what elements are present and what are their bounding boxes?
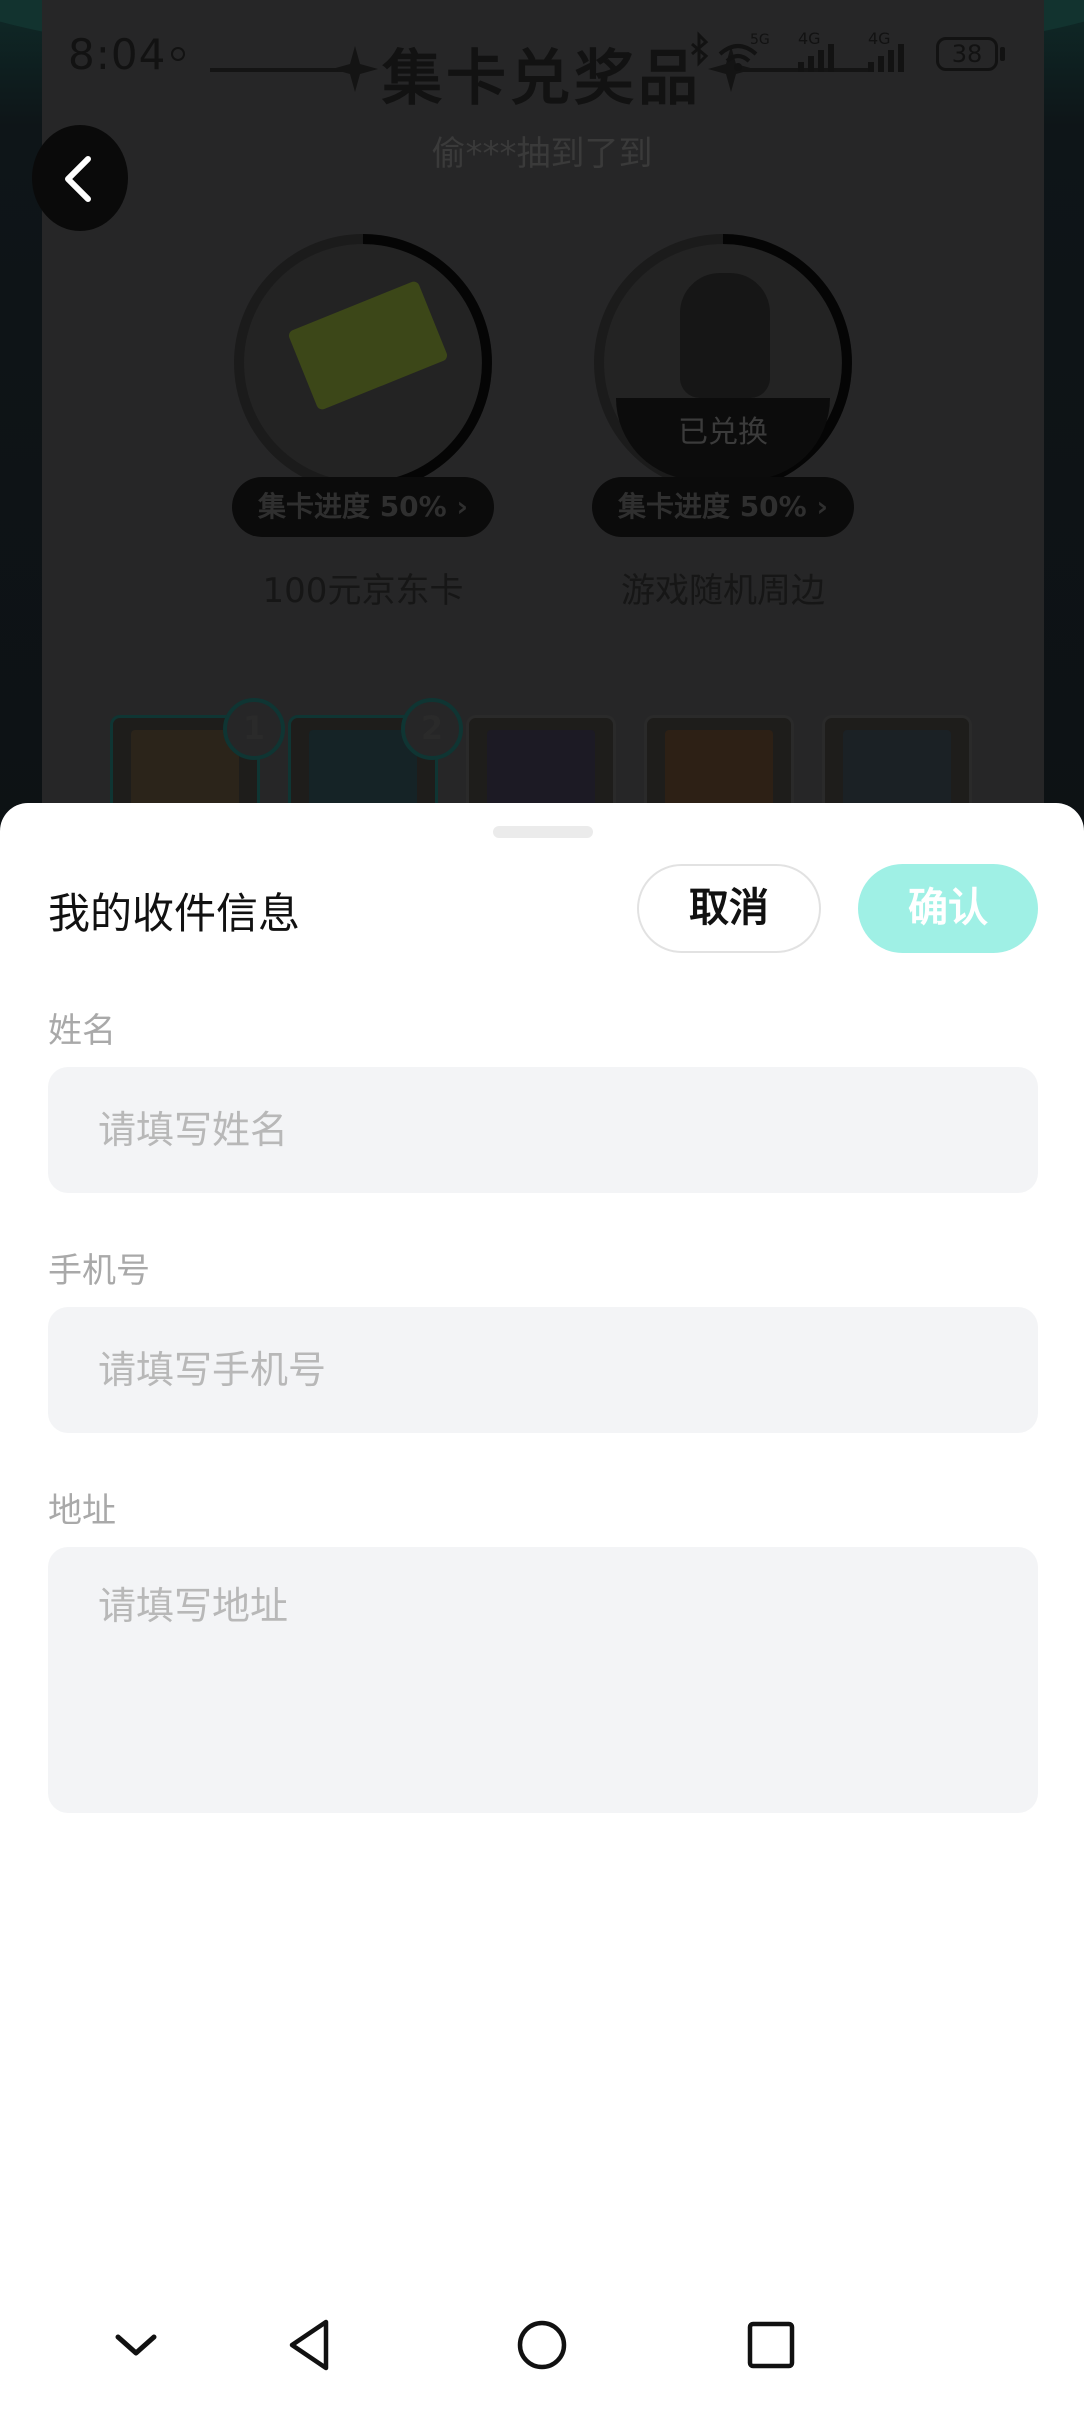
battery-icon: 38 [936,37,998,71]
battery-tip [1000,47,1005,61]
progress-label: 集卡进度 50% [257,490,447,523]
address-sheet: 我的收件信息 取消 确认 姓名 手机号 地址 [0,803,1084,2412]
svg-text:5G: 5G [750,32,770,48]
confirm-button[interactable]: 确认 [858,864,1038,953]
phone-label: 手机号 [48,1251,150,1291]
progress-pill[interactable]: 集卡进度 50% › [592,477,854,537]
name-label: 姓名 [48,1011,116,1051]
chevron-down-icon[interactable] [101,2310,171,2380]
page-subtitle: 偷***抽到了到 [431,134,653,174]
svg-text:4G: 4G [868,30,891,48]
chevron-right-icon: › [816,490,829,523]
cancel-button[interactable]: 取消 [637,864,821,953]
status-bar: 8:04 5G 4G 4G 38 [0,0,1084,110]
phone-input[interactable] [48,1307,1038,1433]
card-thumbnail-list: 1 2 [110,698,980,900]
svg-text:4G: 4G [798,30,821,48]
background-page: 集卡兑奖品 偷***抽到了到 集卡进度 50% › 100元京东卡 已兑换 集卡… [0,0,1084,900]
nav-recents-icon[interactable] [736,2310,806,2380]
prize-name: 100元京东卡 [262,571,464,611]
address-input[interactable] [48,1547,1038,1813]
wifi-icon [718,44,758,71]
nav-back-icon[interactable] [276,2310,346,2380]
prize-name: 游戏随机周边 [621,571,825,611]
chevron-left-icon [65,156,91,202]
sheet-grabber[interactable] [493,826,593,838]
system-nav-bar [0,2290,1084,2412]
cellular-signal-icon [868,44,904,72]
name-input[interactable] [48,1067,1038,1193]
chevron-right-icon: › [456,490,469,523]
prize-card[interactable]: 集卡进度 50% › 100元京东卡 [228,228,498,611]
notification-icon [171,47,185,61]
address-label: 地址 [48,1491,116,1531]
figurine-image [680,273,770,398]
progress-label: 集卡进度 50% [617,490,807,523]
back-button[interactable] [32,125,128,231]
sheet-title: 我的收件信息 [48,889,301,938]
cellular-signal-icon [798,44,834,72]
bluetooth-icon [691,31,709,67]
nav-home-icon[interactable] [507,2310,577,2380]
status-time: 8:04 [68,30,167,79]
progress-pill[interactable]: 集卡进度 50% › [232,477,494,537]
card-count-badge: 1 [223,698,285,760]
card-count-badge: 2 [401,698,463,760]
prize-card[interactable]: 已兑换 集卡进度 50% › 游戏随机周边 [588,228,858,611]
